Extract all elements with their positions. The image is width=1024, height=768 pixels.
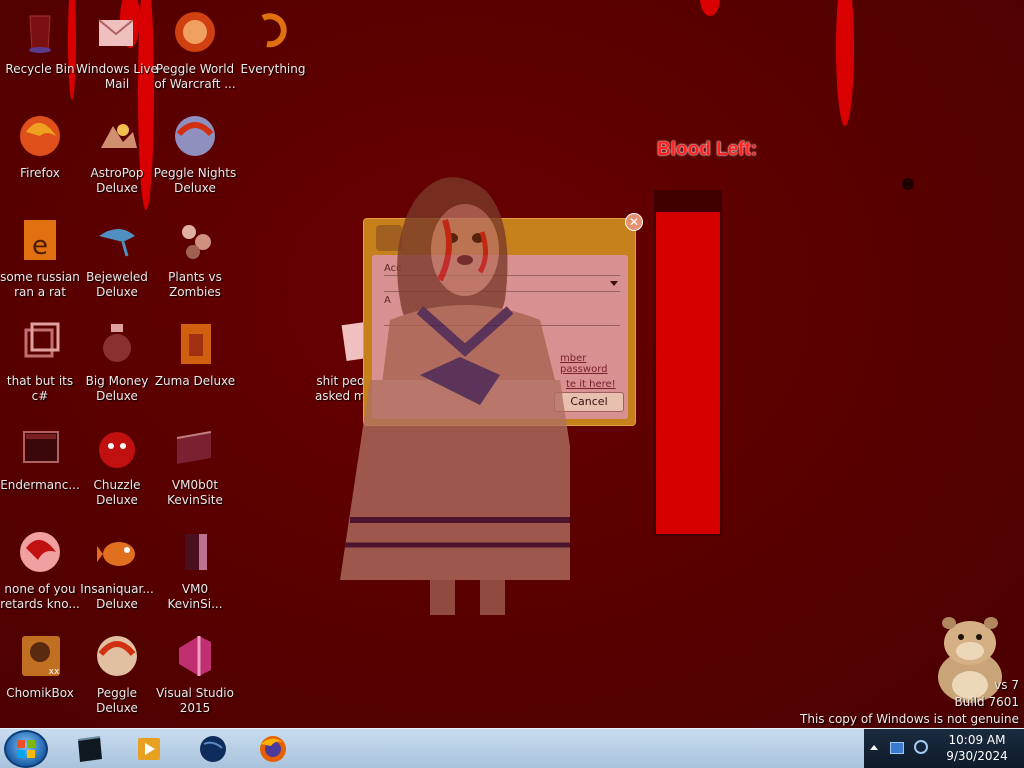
desktop-icon-firefox[interactable]: Firefox xyxy=(0,108,80,208)
desktop-icon-recycle-bin[interactable]: Recycle Bin xyxy=(0,4,80,104)
desktop-icon-visual-studio[interactable]: Visual Studio 2015 xyxy=(155,628,235,728)
bejeweled-icon xyxy=(93,216,141,264)
desktop-icon-big-money[interactable]: Big Money Deluxe xyxy=(77,316,157,416)
desktop-icon-peggle-nights[interactable]: Peggle Nights Deluxe xyxy=(154,108,236,208)
remember-password-link[interactable]: mber password xyxy=(560,353,628,375)
globe-icon xyxy=(200,736,226,762)
recycle-bin-icon xyxy=(16,8,64,56)
desktop-icon-peggle-world-of-warcraft[interactable]: Peggle World of Warcraft ... xyxy=(154,4,236,104)
desktop-icon-vm0-kevinsite[interactable]: VM0 KevinSi... xyxy=(155,524,235,624)
desktop-icon-everything[interactable]: Everything xyxy=(233,4,313,104)
chevron-down-icon[interactable] xyxy=(610,281,618,286)
blood-meter-label: Blood Left: xyxy=(657,139,758,160)
desktop-icon-none-of-you[interactable]: none of you retards kno... xyxy=(0,524,80,624)
chomikbox-icon: xx xyxy=(16,632,64,680)
blood-meter-fill xyxy=(656,212,720,534)
clock[interactable]: 10:09 AM 9/30/2024 xyxy=(934,732,1020,764)
plants-vs-zombies-icon xyxy=(171,216,219,264)
blood-drop xyxy=(902,178,914,190)
zuma-icon xyxy=(171,320,219,368)
windows-watermark: vs 7 Build 7601 This copy of Windows is … xyxy=(800,677,1019,728)
firefox-icon xyxy=(260,736,286,762)
chuzzle-icon xyxy=(93,424,141,472)
desktop-icon-some-russian-ran-a-rat[interactable]: e some russian ran a rat xyxy=(0,212,80,312)
desktop-icon-that-but-its-csharp[interactable]: that but its c# xyxy=(0,316,80,416)
peggle-icon xyxy=(171,8,219,56)
desktop-icon-bejeweled[interactable]: Bejeweled Deluxe xyxy=(77,212,157,312)
screen-icon xyxy=(77,736,102,762)
visual-studio-icon xyxy=(171,632,219,680)
peggle-deluxe-icon xyxy=(93,632,141,680)
volume-icon[interactable] xyxy=(914,740,928,754)
blood-drip xyxy=(700,0,720,16)
watermark-build: Build 7601 xyxy=(954,695,1019,709)
taskbar-item-screen[interactable] xyxy=(64,732,114,766)
media-player-icon xyxy=(138,738,160,760)
windows-logo-icon xyxy=(17,740,35,758)
blood-meter xyxy=(654,190,722,536)
create-account-link[interactable]: te it here! xyxy=(566,379,616,390)
document-icon xyxy=(171,528,219,576)
desktop-icon-chuzzle[interactable]: Chuzzle Deluxe xyxy=(77,420,157,520)
blood-drip xyxy=(836,0,854,126)
desktop-icon-vm0b0t-kevinsite[interactable]: VM0b0t KevinSite xyxy=(155,420,235,520)
dialog-close-button[interactable]: ✕ xyxy=(625,213,643,231)
taskbar-item-firefox[interactable] xyxy=(248,732,298,766)
folder-icon xyxy=(171,424,219,472)
executable-icon: e xyxy=(16,216,64,264)
ghost-doll-image xyxy=(340,177,570,615)
app-icon xyxy=(16,528,64,576)
window-icon xyxy=(16,424,64,472)
big-money-icon xyxy=(93,320,141,368)
taskbar-item-globe[interactable] xyxy=(188,732,238,766)
mail-icon xyxy=(93,8,141,56)
desktop-icon-insaniquarium[interactable]: Insaniquar... Deluxe xyxy=(77,524,157,624)
desktop-icon-plants-vs-zombies[interactable]: Plants vs Zombies xyxy=(155,212,235,312)
clock-time: 10:09 AM xyxy=(948,733,1006,747)
peggle-nights-icon xyxy=(171,112,219,160)
svg-text:xx: xx xyxy=(49,667,60,677)
astropop-icon xyxy=(93,112,141,160)
show-hidden-icons-button[interactable] xyxy=(870,745,878,750)
network-icon[interactable] xyxy=(890,742,904,754)
desktop-icon-astropop[interactable]: AstroPop Deluxe xyxy=(77,108,157,208)
start-button[interactable] xyxy=(4,730,48,768)
watermark-edition: vs 7 xyxy=(994,678,1019,692)
watermark-genuine-notice: This copy of Windows is not genuine xyxy=(800,712,1019,726)
desktop-icon-endermanch[interactable]: Endermanc... xyxy=(0,420,80,520)
insaniquarium-icon xyxy=(93,528,141,576)
system-tray: 10:09 AM 9/30/2024 xyxy=(864,729,1024,768)
desktop-icon-windows-live-mail[interactable]: Windows Live Mail xyxy=(76,4,158,104)
desktop-icon-peggle-deluxe[interactable]: Peggle Deluxe xyxy=(77,628,157,728)
search-icon xyxy=(249,8,297,56)
taskbar: 10:09 AM 9/30/2024 xyxy=(0,728,1024,768)
desktop: Recycle Bin Firefox e some russian ran a… xyxy=(0,0,1024,728)
desktop-icon-zuma[interactable]: Zuma Deluxe xyxy=(155,316,235,416)
svg-text:e: e xyxy=(32,231,48,261)
desktop-icon-chomikbox[interactable]: xx ChomikBox xyxy=(0,628,80,728)
program-icon xyxy=(16,320,64,368)
clock-date: 9/30/2024 xyxy=(946,749,1008,763)
firefox-icon xyxy=(16,112,64,160)
taskbar-item-media-player[interactable] xyxy=(124,732,174,766)
